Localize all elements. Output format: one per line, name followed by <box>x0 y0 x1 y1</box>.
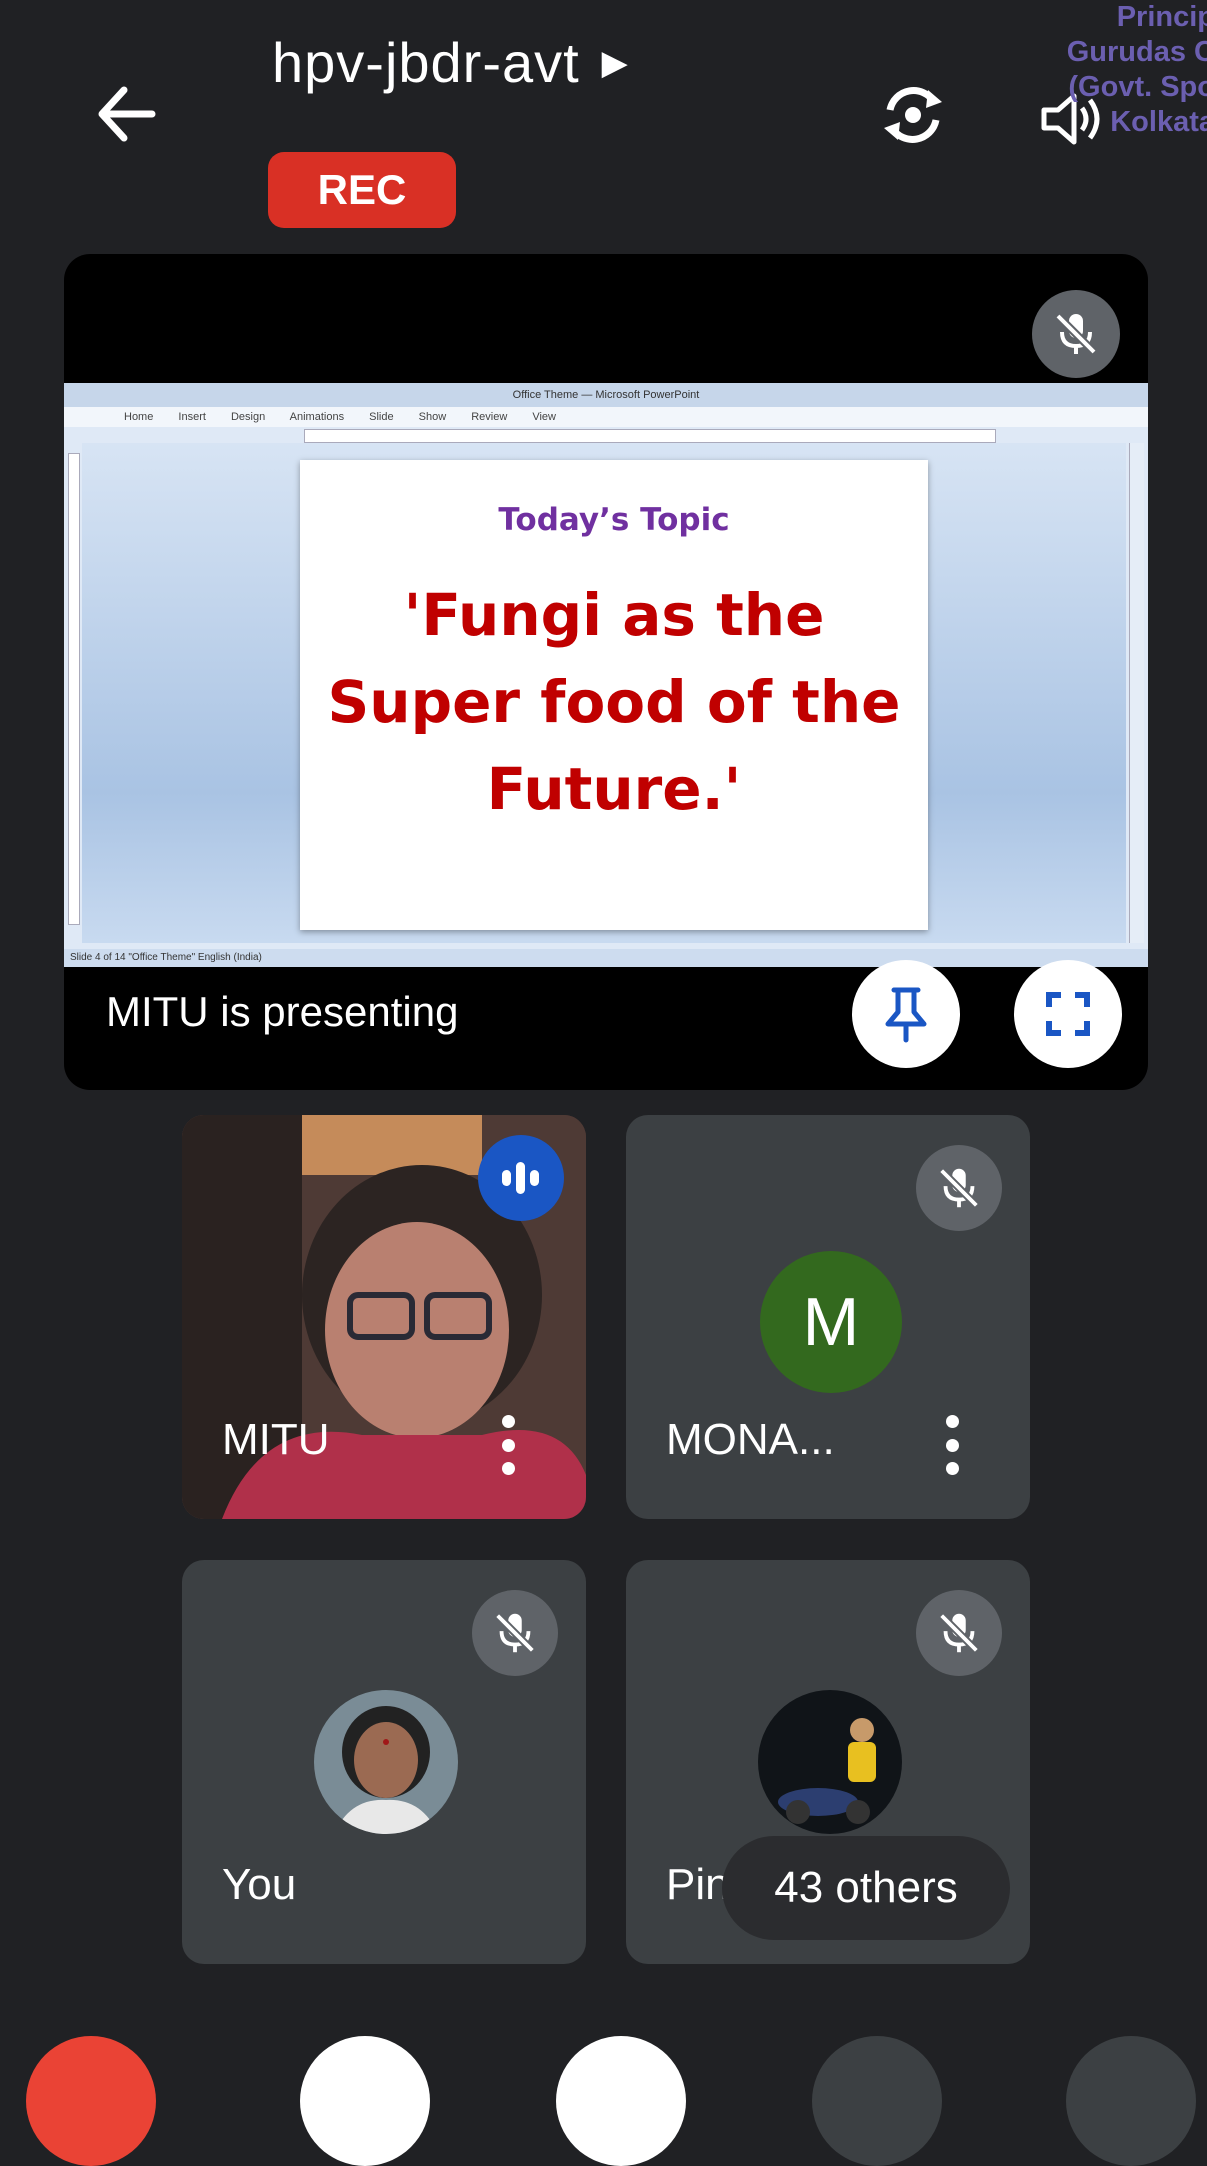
mic-off-icon <box>494 1612 536 1654</box>
back-arrow-icon <box>98 86 156 142</box>
participant-tile-mitu[interactable]: MITU <box>182 1115 586 1519</box>
slide-heading: 'Fungi as the Super food of the Future.' <box>327 581 901 823</box>
speaking-indicator <box>478 1135 564 1221</box>
more-vert-icon <box>945 1415 959 1428</box>
participant-name: You <box>222 1860 297 1909</box>
avatar <box>758 1690 902 1834</box>
watermark-stamp: Princip Gurudas C (Govt. Spo Kolkata <box>1066 1 1207 138</box>
mute-indicator <box>916 1590 1002 1676</box>
mute-indicator <box>916 1145 1002 1231</box>
pin-button[interactable] <box>852 960 960 1068</box>
leave-call-button[interactable] <box>26 2036 156 2166</box>
ppt-ribbon-tabs: Home Insert Design Animations Slide Show… <box>64 407 1148 427</box>
meeting-code: hpv-jbdr-avt <box>272 31 580 94</box>
presentation-mute-indicator <box>1032 290 1120 378</box>
more-vert-icon <box>501 1415 515 1428</box>
more-options-button[interactable] <box>944 1415 960 1475</box>
participant-name: MONA... <box>666 1415 835 1464</box>
fullscreen-button[interactable] <box>1014 960 1122 1068</box>
slide-topic: Today’s Topic <box>498 502 730 538</box>
mic-toggle-button[interactable] <box>556 2036 686 2166</box>
speaking-indicator-icon <box>502 1162 539 1194</box>
ppt-ruler <box>304 429 996 443</box>
fullscreen-icon <box>1046 992 1090 1036</box>
mute-indicator <box>472 1590 558 1676</box>
participant-name: MITU <box>222 1415 330 1464</box>
camera-switch-icon <box>884 87 942 143</box>
ppt-status-bar: Slide 4 of 14 "Office Theme" English (In… <box>64 949 1148 967</box>
participant-tile-you[interactable]: You <box>182 1560 586 1964</box>
presenting-label: MITU is presenting <box>106 988 459 1035</box>
ppt-vertical-ruler <box>68 453 80 925</box>
avatar <box>314 1690 458 1834</box>
mic-off-icon <box>938 1612 980 1654</box>
recording-badge: REC <box>268 152 456 228</box>
play-triangle-icon: ▶ <box>601 43 629 82</box>
participant-tile-mona[interactable]: M MONA... <box>626 1115 1030 1519</box>
more-controls-button[interactable] <box>1066 2036 1196 2166</box>
mic-off-icon <box>938 1167 980 1209</box>
raise-hand-button[interactable] <box>812 2036 942 2166</box>
meeting-title[interactable]: hpv-jbdr-avt ▶ <box>272 30 629 95</box>
back-button[interactable] <box>90 78 162 150</box>
avatar: M <box>760 1251 902 1393</box>
others-chip[interactable]: 43 others <box>722 1836 1010 1940</box>
switch-camera-button[interactable] <box>870 72 956 158</box>
camera-toggle-button[interactable] <box>300 2036 430 2166</box>
mic-off-icon <box>1055 313 1097 355</box>
ppt-scrollbar <box>1129 443 1144 943</box>
pin-icon <box>885 987 927 1043</box>
slide: Today’s Topic 'Fungi as the Super food o… <box>300 460 928 930</box>
more-options-button[interactable] <box>500 1415 516 1475</box>
ppt-title-bar: Office Theme — Microsoft PowerPoint <box>64 383 1148 407</box>
